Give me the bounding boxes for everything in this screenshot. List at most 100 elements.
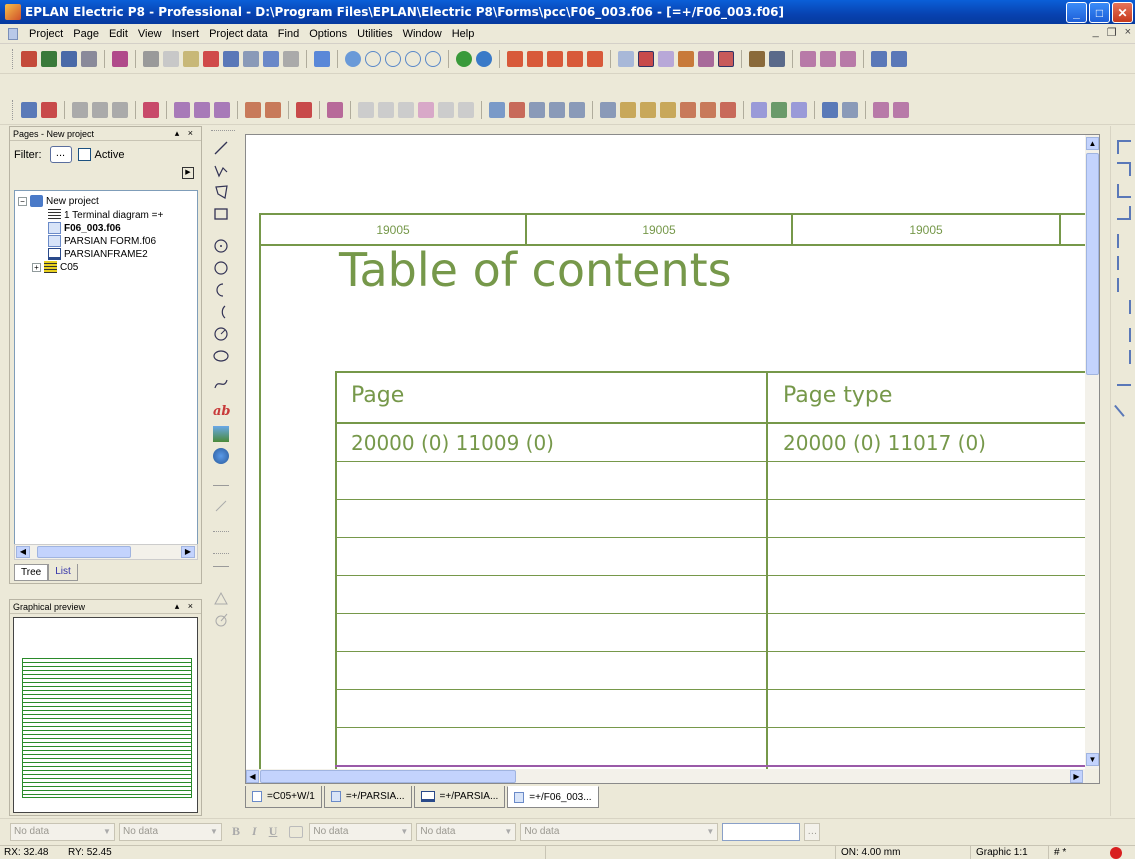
menu-edit[interactable]: Edit (104, 28, 133, 40)
doc-tab-parsia-2[interactable]: =+/PARSIA... (413, 786, 506, 808)
project-open-icon[interactable] (21, 50, 37, 67)
sort-ascending-icon[interactable] (92, 101, 108, 118)
report-e-icon[interactable] (569, 101, 585, 118)
project-save-icon[interactable] (61, 50, 77, 67)
doc-tab-c05[interactable]: =C05+W/1 (245, 786, 322, 808)
potential-icon[interactable] (820, 50, 836, 67)
dimension-aligned-icon[interactable] (213, 498, 229, 514)
bold-button[interactable]: B (232, 824, 240, 839)
angle-icon[interactable] (1114, 397, 1134, 417)
page-b-icon[interactable] (378, 101, 394, 118)
translate-b-icon[interactable] (893, 101, 909, 118)
delete-icon[interactable] (203, 50, 219, 67)
vertical-scroll-thumb[interactable] (1086, 153, 1099, 375)
monitor-icon[interactable] (314, 50, 330, 67)
corner-top-left-icon[interactable] (1117, 140, 1131, 154)
plc-e-icon[interactable] (680, 101, 696, 118)
pencil-icon[interactable] (112, 50, 128, 67)
snap-icon[interactable] (638, 50, 654, 67)
menu-view[interactable]: View (133, 28, 167, 40)
report-b-icon[interactable] (509, 101, 525, 118)
tab-list[interactable]: List (48, 564, 78, 581)
bus-icon[interactable] (143, 101, 159, 118)
layer-combo[interactable]: No data ▼ (10, 822, 115, 841)
plc-b-icon[interactable] (620, 101, 636, 118)
record-stop-icon[interactable] (1110, 847, 1122, 859)
tree-item-terminal-diagram[interactable]: 1 Terminal diagram =+ (48, 209, 163, 221)
corner-bottom-left-icon[interactable] (1117, 184, 1131, 198)
numbering-icon[interactable] (72, 101, 88, 118)
scroll-thumb[interactable] (37, 546, 131, 558)
ellipse-icon[interactable] (213, 348, 229, 364)
scroll-left-arrow[interactable]: ◀ (16, 546, 30, 558)
interrupt-point-icon[interactable] (871, 50, 887, 67)
plug-icon[interactable] (840, 50, 856, 67)
grid-b-icon[interactable] (527, 50, 543, 67)
t-node-left-icon[interactable] (1117, 300, 1131, 314)
tree-item-new-project[interactable]: − New project (18, 195, 99, 207)
polygon-icon[interactable] (213, 184, 229, 200)
zoom-out-icon[interactable] (405, 50, 421, 67)
pages-panel-controls[interactable]: ▴ × (175, 128, 201, 139)
active-checkbox[interactable] (77, 148, 91, 161)
layout-a-icon[interactable] (751, 101, 767, 118)
cross-node-icon[interactable] (1117, 328, 1131, 342)
corner-bottom-right-icon[interactable] (1117, 206, 1131, 220)
menu-utilities[interactable]: Utilities (352, 28, 397, 40)
expand-icon[interactable]: + (32, 262, 41, 272)
preview-panel-controls[interactable]: ▴ × (175, 601, 201, 612)
report-d-icon[interactable] (549, 101, 565, 118)
doc-tab-f06-003[interactable]: =+/F06_003... (507, 786, 599, 808)
text-height-combo[interactable]: No data ▼ (309, 822, 413, 841)
page-e-icon[interactable] (438, 101, 454, 118)
mdi-restore-button[interactable]: ❐ (1107, 26, 1117, 39)
page-a-icon[interactable] (358, 101, 374, 118)
tab-tree[interactable]: Tree (14, 564, 49, 581)
mounting-b-icon[interactable] (842, 101, 858, 118)
canvas-scroll-right-arrow[interactable]: ▶ (1070, 770, 1083, 783)
dimension-base-icon[interactable] (213, 566, 229, 576)
grid-e-icon[interactable] (587, 50, 603, 67)
toolbar-grip[interactable] (12, 48, 15, 69)
copy-icon[interactable] (163, 50, 179, 67)
grid-d-icon[interactable] (567, 50, 583, 67)
horizontal-scroll-thumb[interactable] (260, 770, 516, 783)
line-icon[interactable] (213, 140, 229, 156)
arc-icon[interactable] (213, 282, 229, 298)
menu-find[interactable]: Find (273, 28, 304, 40)
menu-options[interactable]: Options (304, 28, 352, 40)
menu-project[interactable]: Project (24, 28, 68, 40)
grid-a-icon[interactable] (507, 50, 523, 67)
sort-descending-icon[interactable] (112, 101, 128, 118)
line-preview-more-button[interactable]: … (804, 822, 821, 841)
polyline-icon[interactable] (213, 162, 229, 178)
device-c-icon[interactable] (214, 101, 230, 118)
ole-object-icon[interactable] (213, 448, 229, 464)
menu-project-data[interactable]: Project data (204, 28, 273, 40)
input-mode-icon[interactable] (718, 50, 734, 67)
page-navigator-icon[interactable] (21, 101, 37, 118)
maximize-button[interactable]: □ (1089, 2, 1110, 23)
zoom-in-icon[interactable] (385, 50, 401, 67)
sector-icon[interactable] (213, 326, 229, 342)
print-icon[interactable] (81, 50, 97, 67)
cable-icon[interactable] (800, 50, 816, 67)
macro-icon[interactable] (678, 50, 694, 67)
form-page[interactable]: 19005 19005 19005 Table of contents Page… (246, 135, 1086, 769)
menu-help[interactable]: Help (447, 28, 480, 40)
italic-button[interactable]: I (252, 824, 257, 839)
arc-three-point-icon[interactable] (213, 304, 229, 320)
text-color-combo[interactable]: No data ▼ (416, 822, 517, 841)
mdi-close-button[interactable]: × (1125, 26, 1131, 39)
device-a-icon[interactable] (174, 101, 190, 118)
dimension-increment-icon[interactable] (213, 544, 229, 554)
rectangle-icon[interactable] (213, 206, 229, 222)
scroll-right-arrow[interactable]: ▶ (181, 546, 195, 558)
cross-node-2-icon[interactable] (1117, 350, 1131, 364)
canvas-vertical-scrollbar[interactable]: ▲ ▼ (1085, 135, 1099, 769)
spline-icon[interactable] (213, 376, 229, 392)
text-box-icon[interactable] (289, 825, 304, 838)
check-icon[interactable] (296, 101, 312, 118)
user-icon[interactable] (41, 101, 57, 118)
tree-item-c05[interactable]: + C05 (32, 261, 78, 273)
